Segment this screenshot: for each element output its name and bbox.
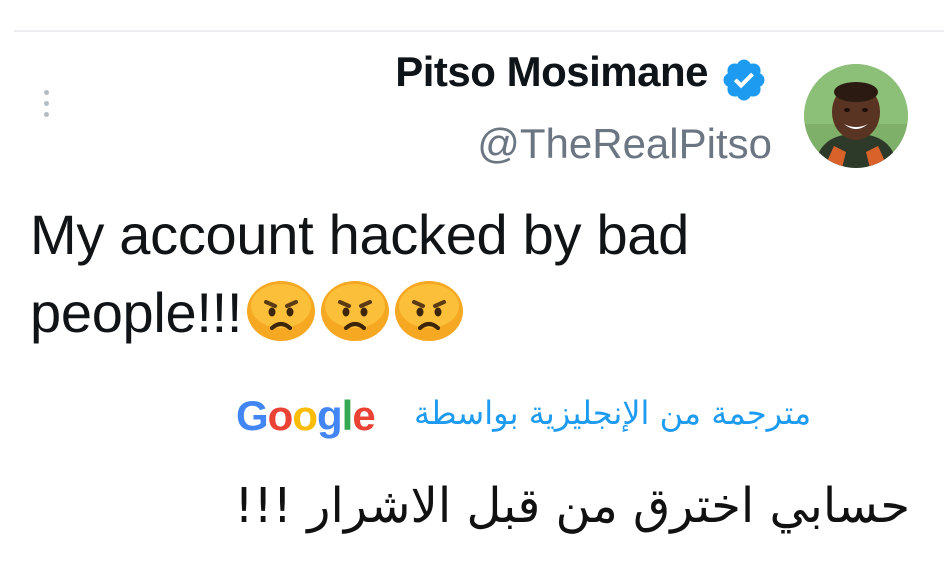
frowning-face-icon [321, 281, 390, 341]
google-logo-letter: l [341, 392, 354, 439]
avatar[interactable] [804, 64, 908, 168]
google-logo[interactable]: Google [236, 392, 376, 440]
translation-attribution: Google مترجمة من الإنجليزية بواسطة [236, 388, 916, 448]
tweet-text: My account hacked by bad people!!! [30, 196, 910, 362]
emoji-group [246, 280, 468, 362]
frowning-face-icon [247, 281, 316, 341]
author-handle[interactable]: @TheRealPitso [477, 120, 772, 168]
google-logo-letter: G [236, 392, 269, 439]
frowning-face-icon [395, 281, 464, 341]
more-options-icon[interactable] [40, 90, 52, 124]
top-divider [14, 30, 944, 32]
verified-badge-icon [723, 59, 765, 101]
google-logo-letter: o [267, 392, 294, 439]
translated-by-label[interactable]: مترجمة من الإنجليزية بواسطة [414, 394, 811, 432]
google-logo-letter: o [292, 392, 318, 439]
google-logo-letter: g [316, 392, 343, 439]
author-name[interactable]: Pitso Mosimane [395, 48, 708, 96]
avatar-photo [804, 64, 908, 168]
translated-tweet-text: حسابي اخترق من قبل الاشرار !!! [234, 478, 910, 534]
google-logo-letter: e [352, 392, 375, 439]
